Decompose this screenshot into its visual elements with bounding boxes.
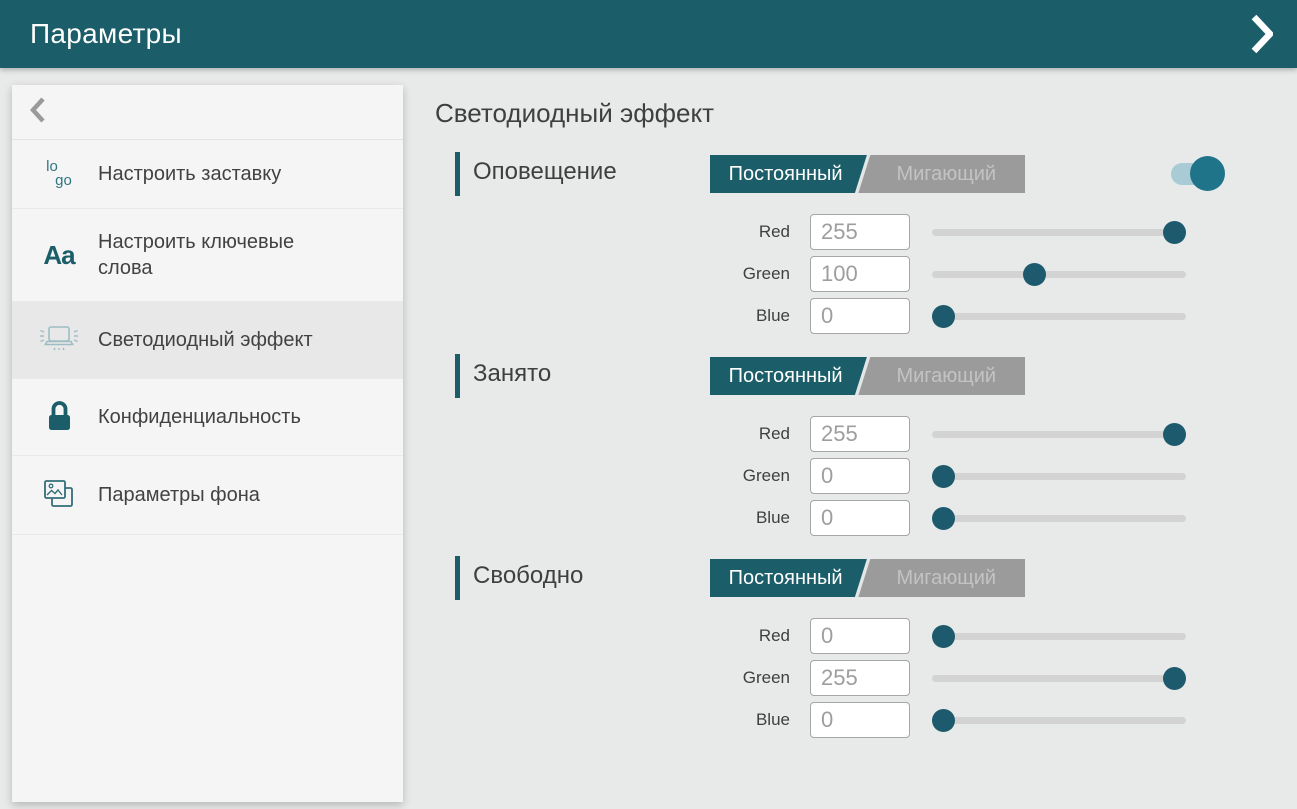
slider-row-green: Green <box>455 458 1186 494</box>
blue-value-input[interactable] <box>810 702 910 738</box>
back-chevron-icon <box>30 97 45 128</box>
slider-thumb[interactable] <box>932 507 955 530</box>
logo-icon: logo <box>36 160 82 188</box>
section-label: Свободно <box>473 562 583 590</box>
sidebar-item-background[interactable]: Параметры фона <box>12 456 403 535</box>
led-display-icon <box>36 322 82 358</box>
page-title: Параметры <box>0 18 182 50</box>
slider-track[interactable] <box>932 229 1186 236</box>
blue-slider[interactable] <box>932 702 1186 738</box>
slider-thumb[interactable] <box>1163 667 1186 690</box>
slider-thumb[interactable] <box>932 465 955 488</box>
forward-chevron-icon[interactable] <box>1245 10 1279 58</box>
green-value-input[interactable] <box>810 256 910 292</box>
green-slider[interactable] <box>932 660 1186 696</box>
content-title: Светодиодный эффект <box>435 98 714 129</box>
section-accent-bar <box>455 354 460 398</box>
sidebar-item-keywords[interactable]: Aa Настроить ключевые слова <box>12 209 403 302</box>
sidebar-collapse-button[interactable] <box>12 85 403 140</box>
green-slider[interactable] <box>932 458 1186 494</box>
sidebar-item-led-effect[interactable]: Светодиодный эффект <box>12 302 403 379</box>
settings-sidebar: logo Настроить заставку Aa Настроить клю… <box>12 85 403 802</box>
keywords-icon: Aa <box>36 240 82 271</box>
background-images-icon <box>36 476 82 514</box>
slider-track[interactable] <box>932 271 1186 278</box>
green-slider[interactable] <box>932 256 1186 292</box>
sidebar-item-label: Настроить заставку <box>98 161 281 187</box>
slider-row-blue: Blue <box>455 702 1186 738</box>
slider-track[interactable] <box>932 717 1186 724</box>
section-free: Свободно Мигающий Постоянный Red Green B… <box>455 556 1186 600</box>
blue-slider[interactable] <box>932 500 1186 536</box>
sidebar-item-privacy[interactable]: Конфиденциальность <box>12 379 403 456</box>
slider-row-blue: Blue <box>455 298 1186 334</box>
slider-thumb[interactable] <box>932 625 955 648</box>
slider-row-red: Red <box>455 416 1186 452</box>
blue-value-input[interactable] <box>810 500 910 536</box>
blue-label: Blue <box>455 306 790 326</box>
section-label: Оповещение <box>473 158 617 186</box>
green-label: Green <box>455 264 790 284</box>
slider-thumb[interactable] <box>932 305 955 328</box>
blue-value-input[interactable] <box>810 298 910 334</box>
red-value-input[interactable] <box>810 618 910 654</box>
mode-segmented-control: Мигающий Постоянный <box>710 559 1025 597</box>
green-value-input[interactable] <box>810 660 910 696</box>
red-value-input[interactable] <box>810 214 910 250</box>
sidebar-item-splash-screen[interactable]: logo Настроить заставку <box>12 140 403 209</box>
red-slider[interactable] <box>932 618 1186 654</box>
top-bar: Параметры <box>0 0 1297 68</box>
notification-toggle-switch[interactable] <box>1171 156 1225 192</box>
red-slider[interactable] <box>932 416 1186 452</box>
red-label: Red <box>455 424 790 444</box>
sidebar-item-label: Светодиодный эффект <box>98 327 313 353</box>
red-value-input[interactable] <box>810 416 910 452</box>
slider-row-green: Green <box>455 660 1186 696</box>
green-label: Green <box>455 668 790 688</box>
slider-track[interactable] <box>932 313 1186 320</box>
slider-row-blue: Blue <box>455 500 1186 536</box>
green-label: Green <box>455 466 790 486</box>
section-busy: Занято Мигающий Постоянный Red Green Blu… <box>455 354 1186 398</box>
slider-thumb[interactable] <box>1163 221 1186 244</box>
slider-track[interactable] <box>932 515 1186 522</box>
section-label: Занято <box>473 360 551 388</box>
slider-thumb[interactable] <box>1023 263 1046 286</box>
slider-track[interactable] <box>932 431 1186 438</box>
mode-option-blinking[interactable]: Мигающий <box>868 559 1026 597</box>
slider-track[interactable] <box>932 633 1186 640</box>
mode-option-blinking[interactable]: Мигающий <box>868 155 1026 193</box>
slider-track[interactable] <box>932 473 1186 480</box>
section-notification: Оповещение Мигающий Постоянный Red Green <box>455 152 1186 196</box>
sidebar-item-label: Конфиденциальность <box>98 404 301 430</box>
blue-label: Blue <box>455 710 790 730</box>
mode-segmented-control: Мигающий Постоянный <box>710 155 1025 193</box>
lock-icon <box>36 399 82 435</box>
sidebar-item-label: Настроить ключевые слова <box>98 229 323 281</box>
toggle-knob[interactable] <box>1190 156 1225 191</box>
blue-slider[interactable] <box>932 298 1186 334</box>
section-accent-bar <box>455 556 460 600</box>
section-accent-bar <box>455 152 460 196</box>
blue-label: Blue <box>455 508 790 528</box>
red-label: Red <box>455 626 790 646</box>
mode-option-blinking[interactable]: Мигающий <box>868 357 1026 395</box>
red-label: Red <box>455 222 790 242</box>
slider-row-red: Red <box>455 214 1186 250</box>
slider-track[interactable] <box>932 675 1186 682</box>
slider-row-green: Green <box>455 256 1186 292</box>
slider-thumb[interactable] <box>932 709 955 732</box>
mode-segmented-control: Мигающий Постоянный <box>710 357 1025 395</box>
sidebar-item-label: Параметры фона <box>98 482 260 508</box>
green-value-input[interactable] <box>810 458 910 494</box>
slider-row-red: Red <box>455 618 1186 654</box>
slider-thumb[interactable] <box>1163 423 1186 446</box>
red-slider[interactable] <box>932 214 1186 250</box>
